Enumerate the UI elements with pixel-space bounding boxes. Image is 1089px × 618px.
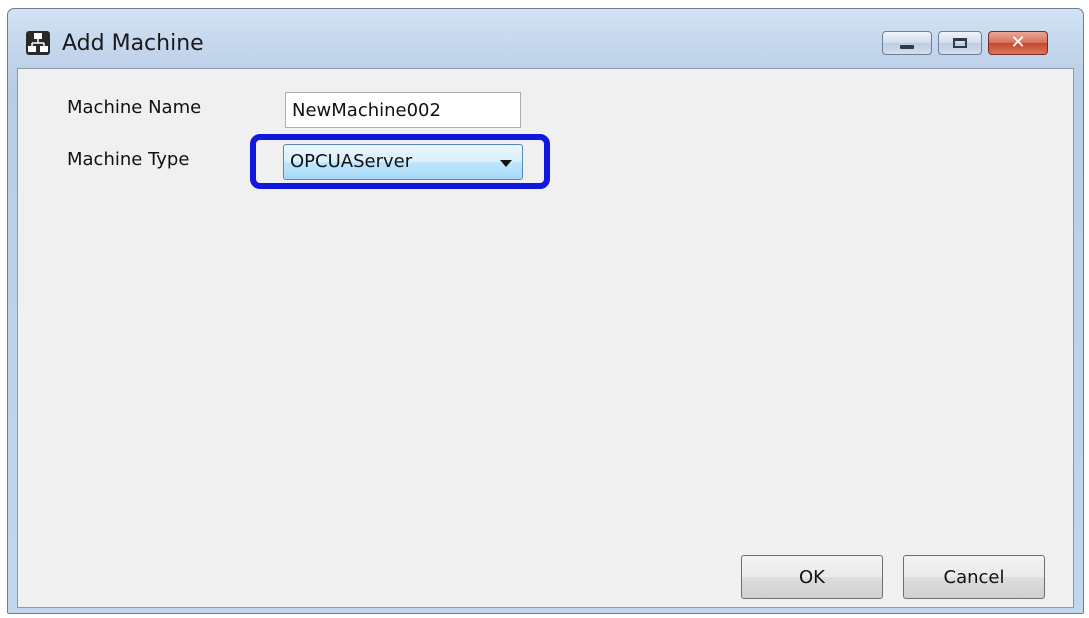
cancel-button[interactable]: Cancel xyxy=(903,555,1045,599)
machine-name-label: Machine Name xyxy=(67,97,202,118)
dialog-content: Machine Name Machine Type OPCUAServer OK… xyxy=(17,68,1074,608)
close-button[interactable]: ✕ xyxy=(988,31,1048,55)
window-title: Add Machine xyxy=(62,31,204,56)
minimize-icon xyxy=(900,45,914,49)
title-bar[interactable]: Add Machine ✕ xyxy=(8,9,1083,69)
machine-type-selected-value: OPCUAServer xyxy=(290,151,413,172)
maximize-button[interactable] xyxy=(938,31,982,55)
minimize-button[interactable] xyxy=(882,31,932,55)
ok-button[interactable]: OK xyxy=(741,555,883,599)
network-machines-icon xyxy=(26,31,50,55)
machine-type-select[interactable]: OPCUAServer xyxy=(283,144,523,180)
maximize-icon xyxy=(953,38,967,48)
close-icon: ✕ xyxy=(1010,32,1026,53)
chevron-down-icon xyxy=(500,160,512,167)
machine-type-label: Machine Type xyxy=(67,149,190,170)
machine-name-input[interactable] xyxy=(285,92,521,128)
add-machine-dialog: Add Machine ✕ Machine Name Machine Type … xyxy=(7,8,1084,614)
